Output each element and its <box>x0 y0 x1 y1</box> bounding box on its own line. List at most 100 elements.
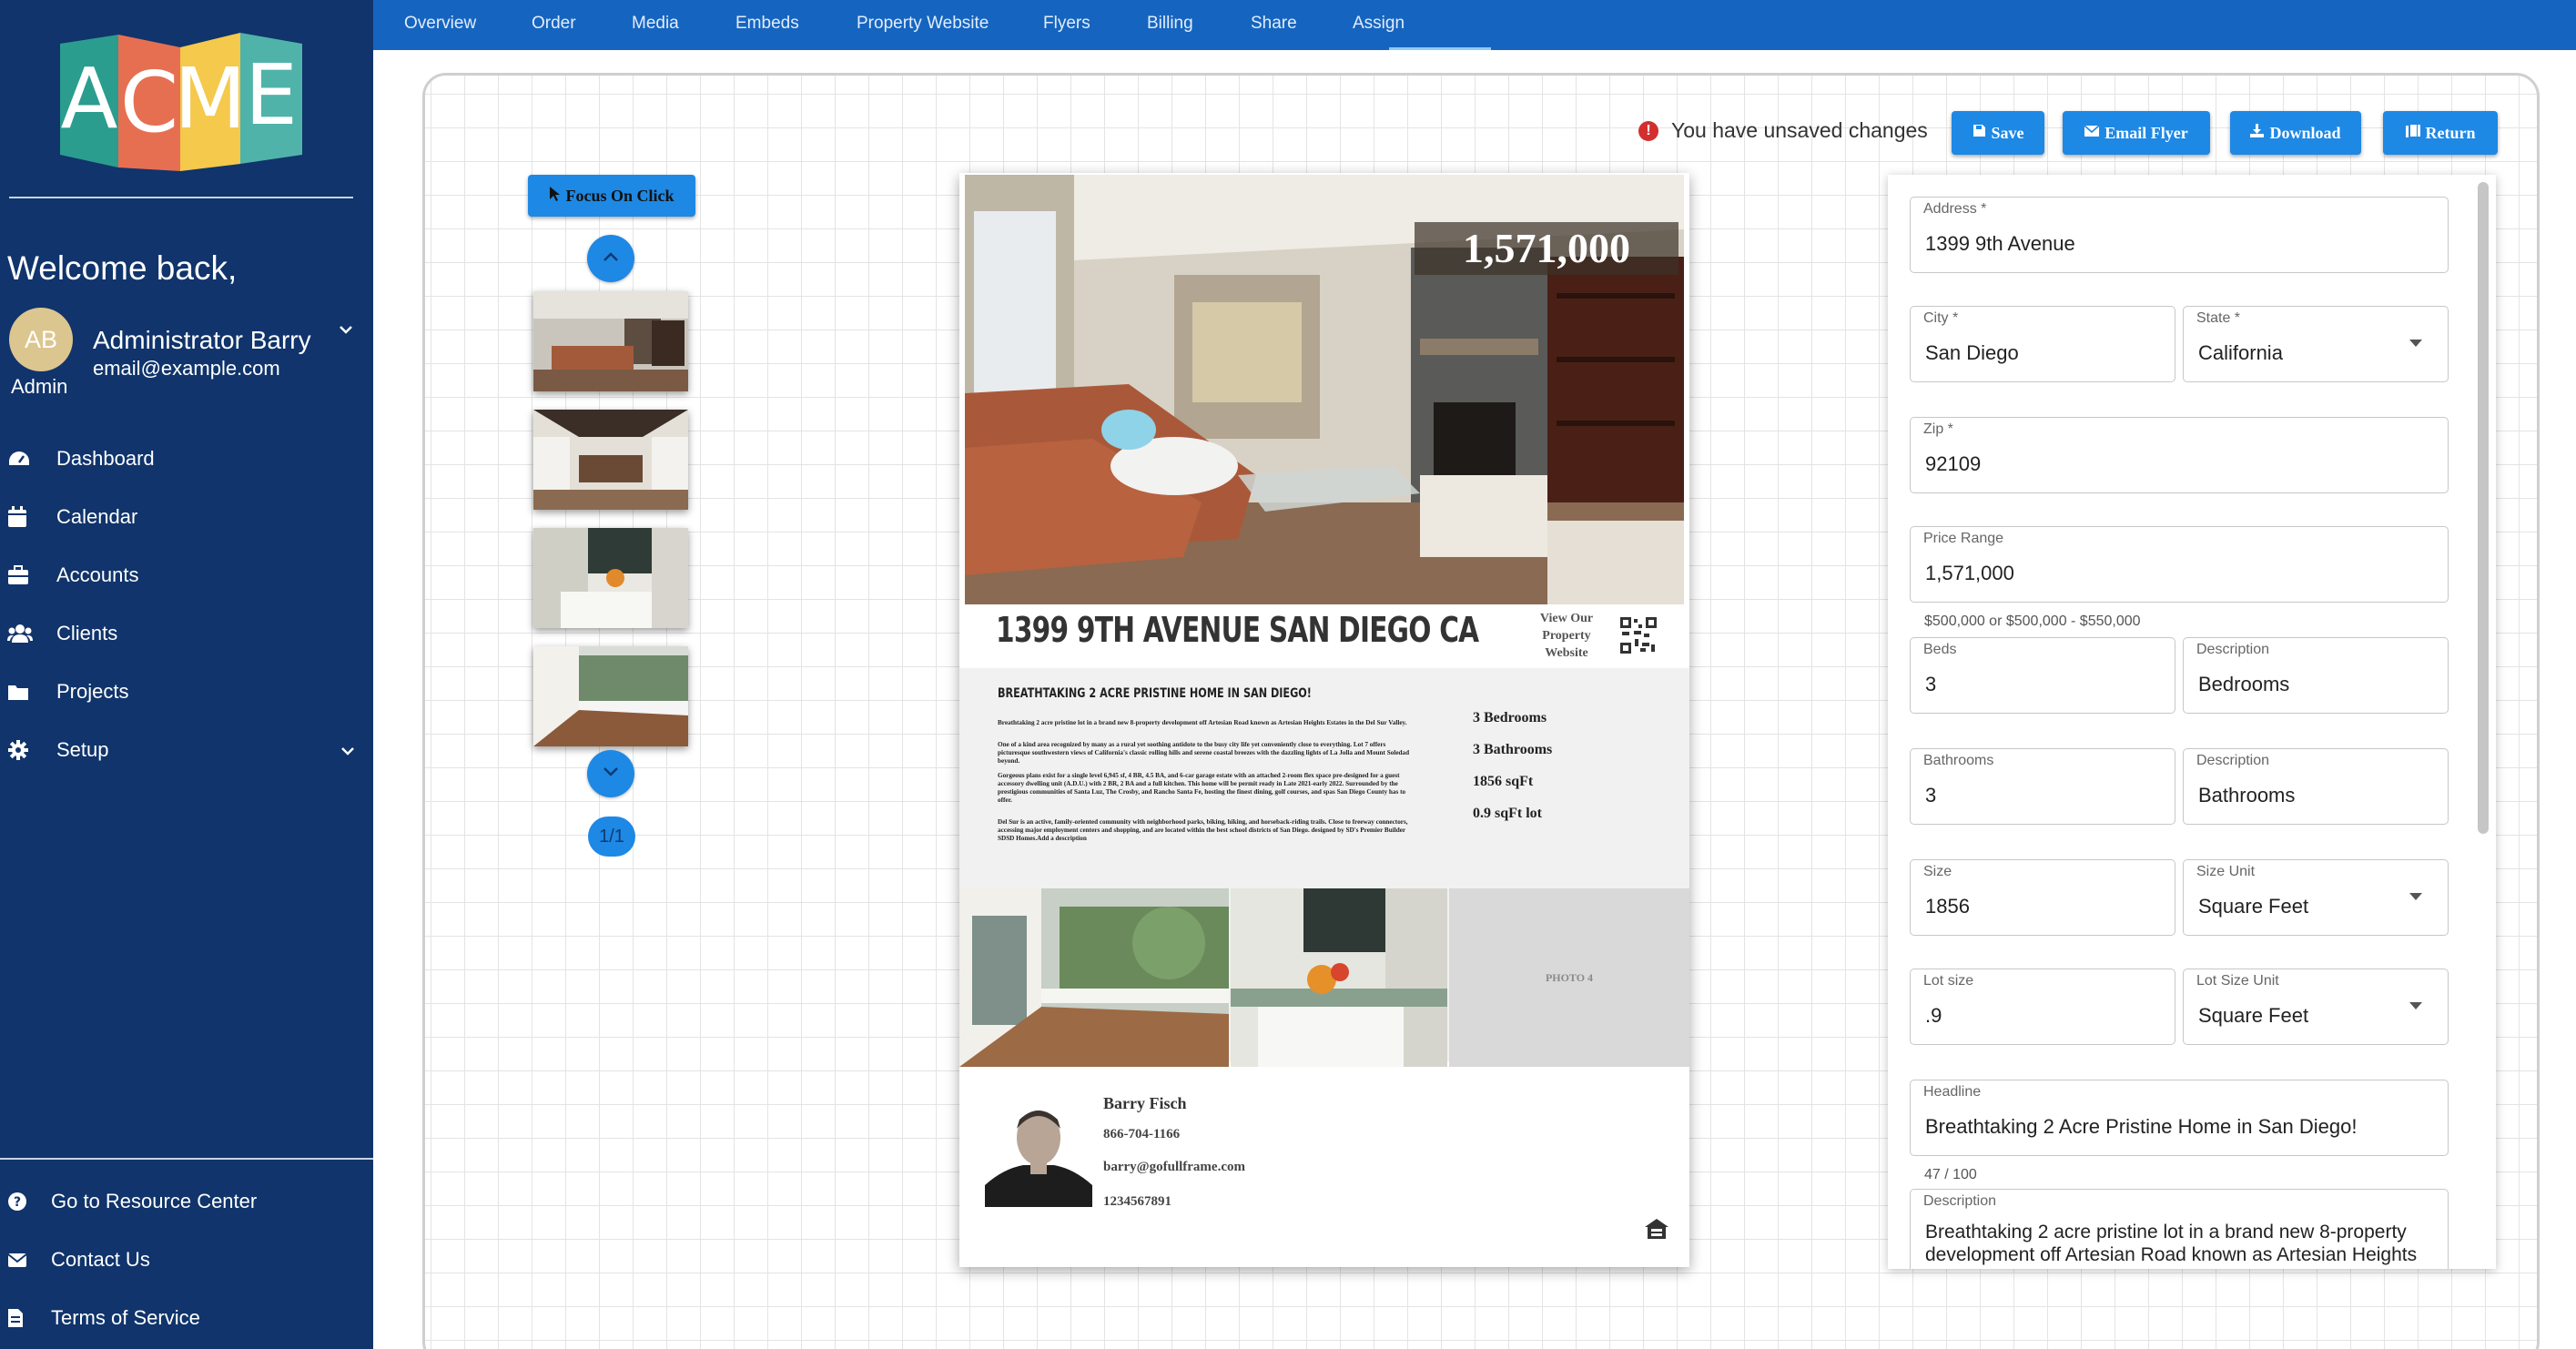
briefcase-icon <box>7 565 46 585</box>
lot-size-unit-select[interactable]: Lot Size Unit Square Feet <box>2183 969 2449 1045</box>
description-textarea[interactable]: Description Breathtaking 2 acre pristine… <box>1910 1189 2449 1269</box>
field-value: Bathrooms <box>2198 784 2296 806</box>
tab-share[interactable]: Share <box>1251 0 1297 50</box>
user-role: Admin <box>11 375 68 398</box>
nav-accounts[interactable]: Accounts <box>7 557 139 593</box>
flyer-preview[interactable]: 1,571,000 1399 9TH AVENUE SAN DIEGO CA V… <box>959 173 1689 1267</box>
save-button[interactable]: Save <box>1952 111 2044 155</box>
welcome-text: Welcome back, <box>7 249 238 287</box>
hero-photo[interactable]: 1,571,000 <box>965 175 1684 604</box>
bathrooms-field[interactable]: Bathrooms 3 <box>1910 748 2175 825</box>
avatar[interactable]: AB <box>9 308 73 371</box>
beds-description-field[interactable]: Description Bedrooms <box>2183 637 2449 714</box>
bathrooms-description-field[interactable]: Description Bathrooms <box>2183 748 2449 825</box>
flyer-headline: BREATHTAKING 2 ACRE PRISTINE HOME IN SAN… <box>998 686 1312 701</box>
return-icon <box>2405 124 2420 142</box>
question-circle-icon: ? <box>7 1192 46 1212</box>
field-value: Breathtaking 2 acre pristine lot in a br… <box>1925 1222 2418 1265</box>
nav-projects[interactable]: Projects <box>7 674 128 710</box>
acme-logo[interactable]: A C M E <box>58 27 304 178</box>
flyer-price: 1,571,000 <box>1415 222 1678 275</box>
agent-license: 1234567891 <box>1103 1194 1171 1209</box>
address-field[interactable]: Address * 1399 9th Avenue <box>1910 197 2449 273</box>
view-website-text: View Our Property Website <box>1539 612 1594 660</box>
nav-label: Accounts <box>56 563 139 586</box>
tab-embeds[interactable]: Embeds <box>735 0 799 50</box>
nav-terms[interactable]: Terms of Service <box>7 1300 200 1336</box>
page-thumbnail[interactable] <box>533 410 688 510</box>
tab-assign[interactable]: Assign <box>1353 0 1405 50</box>
field-label: Lot size <box>1923 973 1974 989</box>
nav-clients[interactable]: Clients <box>7 615 117 652</box>
flyer-photo-3[interactable] <box>1231 888 1447 1067</box>
zip-field[interactable]: Zip * 92109 <box>1910 417 2449 493</box>
state-select[interactable]: State * California <box>2183 306 2449 382</box>
field-label: Size <box>1923 864 1952 879</box>
email-flyer-label: Email Flyer <box>2104 123 2188 142</box>
folder-icon <box>7 683 46 701</box>
dropdown-arrow-icon <box>2409 340 2422 347</box>
city-field[interactable]: City * San Diego <box>1910 306 2175 382</box>
size-field[interactable]: Size 1856 <box>1910 859 2175 936</box>
feature-lot: 0.9 sqFt lot <box>1473 806 1542 821</box>
beds-field[interactable]: Beds 3 <box>1910 637 2175 714</box>
setup-chevron-down-icon[interactable] <box>339 742 357 765</box>
return-button[interactable]: Return <box>2383 111 2498 155</box>
field-label: Beds <box>1923 642 1957 657</box>
tab-overview[interactable]: Overview <box>404 0 476 50</box>
page-thumbnail[interactable] <box>533 528 688 628</box>
size-unit-select[interactable]: Size Unit Square Feet <box>2183 859 2449 936</box>
nav-label: Projects <box>56 680 129 703</box>
nav-setup[interactable]: Setup <box>7 732 109 768</box>
scroll-down-button[interactable] <box>587 750 634 797</box>
tab-order[interactable]: Order <box>532 0 576 50</box>
price-range-field[interactable]: Price Range 1,571,000 <box>1910 526 2449 603</box>
nav-dashboard[interactable]: Dashboard <box>7 441 155 477</box>
download-button[interactable]: Download <box>2230 111 2361 155</box>
field-label: Description <box>1923 1193 1997 1209</box>
lot-size-field[interactable]: Lot size .9 <box>1910 969 2175 1045</box>
nav-label: Setup <box>56 738 109 761</box>
svg-text:A: A <box>61 50 118 147</box>
field-label: Price Range <box>1923 531 2004 546</box>
flyer-title: 1399 9TH AVENUE SAN DIEGO CA <box>996 610 1479 650</box>
document-icon <box>7 1308 46 1328</box>
page-thumbnail[interactable] <box>533 291 688 391</box>
photo-4-placeholder[interactable]: PHOTO 4 <box>1449 888 1689 1067</box>
user-menu-chevron-icon[interactable] <box>337 320 355 343</box>
focus-label: Focus On Click <box>565 186 674 205</box>
agent-photo <box>985 1098 1092 1207</box>
nav-calendar[interactable]: Calendar <box>7 499 137 535</box>
scroll-up-button[interactable] <box>587 235 634 282</box>
email-flyer-button[interactable]: Email Flyer <box>2063 111 2210 155</box>
flyer-paragraph: Gorgeous plans exist for a single level … <box>998 772 1406 804</box>
field-label: Lot Size Unit <box>2196 973 2279 989</box>
download-icon <box>2250 124 2265 142</box>
field-value: Square Feet <box>2198 1004 2309 1027</box>
unsaved-changes-notice: ! You have unsaved changes <box>1638 118 1928 143</box>
form-scrollbar[interactable] <box>2478 182 2489 834</box>
flyer-photo-2[interactable] <box>959 888 1229 1067</box>
field-value: 1399 9th Avenue <box>1925 232 2075 255</box>
tab-property-website[interactable]: Property Website <box>857 0 989 50</box>
field-value: .9 <box>1925 1004 1942 1027</box>
field-label: Bathrooms <box>1923 753 1994 768</box>
unsaved-text: You have unsaved changes <box>1671 118 1928 142</box>
field-label: Zip * <box>1923 421 1953 437</box>
tab-media[interactable]: Media <box>632 0 679 50</box>
focus-on-click-button[interactable]: Focus On Click <box>528 175 695 217</box>
headline-field[interactable]: Headline Breathtaking 2 Acre Pristine Ho… <box>1910 1080 2449 1156</box>
nav-resource-center[interactable]: ? Go to Resource Center <box>7 1183 257 1220</box>
user-name: Administrator Barry <box>93 326 311 354</box>
field-value: 1856 <box>1925 895 1970 918</box>
field-label: Address * <box>1923 201 1987 217</box>
tab-flyers[interactable]: Flyers <box>1043 0 1090 50</box>
page-indicator[interactable]: 1/1 <box>588 816 635 857</box>
return-label: Return <box>2425 123 2476 142</box>
field-value: San Diego <box>1925 341 2019 364</box>
nav-contact-us[interactable]: Contact Us <box>7 1242 150 1278</box>
tab-billing[interactable]: Billing <box>1147 0 1193 50</box>
page-thumbnail[interactable] <box>533 646 688 746</box>
sidebar-divider <box>9 197 353 198</box>
dropdown-arrow-icon <box>2409 893 2422 900</box>
